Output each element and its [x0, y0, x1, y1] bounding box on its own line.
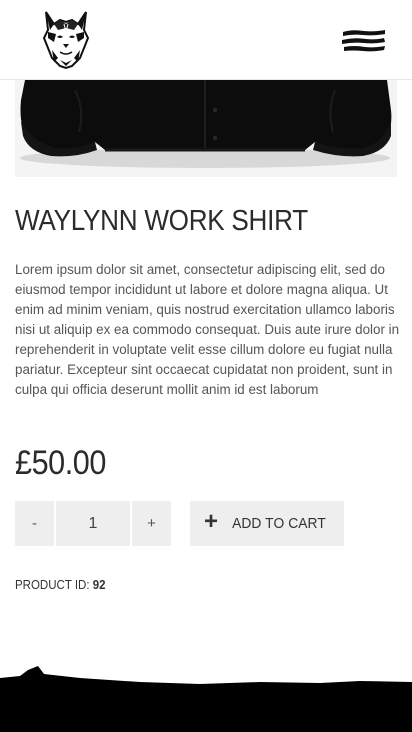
add-to-cart-label: ADD TO CART	[232, 515, 326, 532]
add-to-cart-button[interactable]: + ADD TO CART	[190, 501, 344, 546]
product-title: WAYLYNN WORK SHIRT	[15, 205, 308, 237]
hamburger-menu-icon[interactable]	[342, 27, 386, 53]
increment-button[interactable]: +	[132, 501, 171, 546]
product-price: £50.00	[15, 444, 106, 482]
product-page: WAYLYNN WORK SHIRT Lorem ipsum dolor sit…	[0, 0, 412, 732]
site-header	[0, 0, 412, 80]
quantity-stepper: - 1 +	[15, 501, 171, 546]
product-id-value: 92	[92, 578, 106, 592]
wolf-logo-icon[interactable]	[40, 8, 92, 70]
decrement-button[interactable]: -	[15, 501, 54, 546]
product-description: Lorem ipsum dolor sit amet, consectetur …	[15, 262, 400, 397]
black-shirt-photo-icon	[15, 80, 397, 177]
footer-band	[0, 660, 412, 732]
quantity-input[interactable]: 1	[56, 501, 130, 546]
plus-icon: +	[204, 508, 219, 535]
product-image	[15, 80, 397, 177]
product-id: PRODUCT ID: 92	[15, 578, 106, 592]
product-id-label: PRODUCT ID:	[15, 578, 90, 592]
